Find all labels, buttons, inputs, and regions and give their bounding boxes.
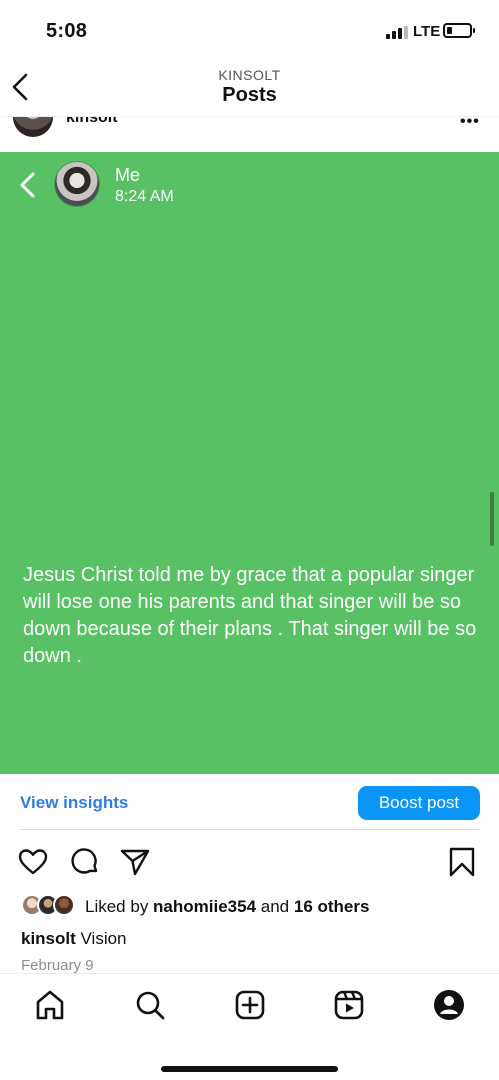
post-date: February 9 [21, 957, 94, 974]
status-bar: 5:08 LTE [0, 0, 499, 58]
create-icon[interactable] [233, 988, 267, 1022]
caption: kinsolt Vision [21, 929, 127, 949]
story-author: Me [115, 165, 141, 185]
post-media[interactable]: Me 8:24 AM Jesus Christ told me by grace… [0, 152, 499, 774]
liker-avatar [53, 894, 75, 916]
bottom-nav [0, 973, 499, 1080]
story-avatar [54, 161, 100, 207]
battery-nub [473, 28, 475, 33]
status-time: 5:08 [46, 20, 88, 42]
boost-post-button[interactable]: Boost post [358, 786, 480, 820]
home-indicator [161, 1066, 338, 1072]
caption-username[interactable]: kinsolt [21, 929, 76, 948]
scrollbar[interactable] [490, 492, 494, 546]
story-back-icon[interactable] [16, 170, 38, 200]
story-time: 8:24 AM [115, 188, 174, 205]
likes-text: Liked by nahomiie354 and 16 others [85, 897, 370, 916]
more-options-icon[interactable]: ••• [460, 117, 480, 131]
post-header: kinsolt ••• [0, 116, 499, 152]
network-label: LTE [413, 23, 441, 40]
search-icon[interactable] [133, 988, 167, 1022]
action-row [0, 838, 499, 886]
share-icon[interactable] [119, 846, 151, 878]
insights-row: View insights Boost post [0, 774, 499, 830]
header: KINSOLT Posts [0, 58, 499, 116]
battery-icon [443, 23, 472, 38]
divider [20, 829, 479, 830]
story-text: Jesus Christ told me by grace that a pop… [23, 564, 477, 667]
header-account-name: KINSOLT [218, 67, 281, 83]
view-insights-link[interactable]: View insights [20, 793, 128, 813]
avatar[interactable] [13, 117, 53, 137]
home-icon[interactable] [33, 988, 67, 1022]
likes-row[interactable]: Liked by nahomiie354 and 16 others [0, 890, 499, 920]
comment-icon[interactable] [69, 846, 101, 878]
profile-icon[interactable] [432, 988, 466, 1022]
heart-icon[interactable] [17, 846, 49, 878]
reels-icon[interactable] [332, 988, 366, 1022]
bookmark-icon[interactable] [446, 846, 478, 878]
page-title: Posts [222, 84, 277, 106]
post-username[interactable]: kinsolt [66, 117, 118, 127]
caption-text: Vision [75, 929, 127, 948]
signal-icon [386, 26, 408, 39]
